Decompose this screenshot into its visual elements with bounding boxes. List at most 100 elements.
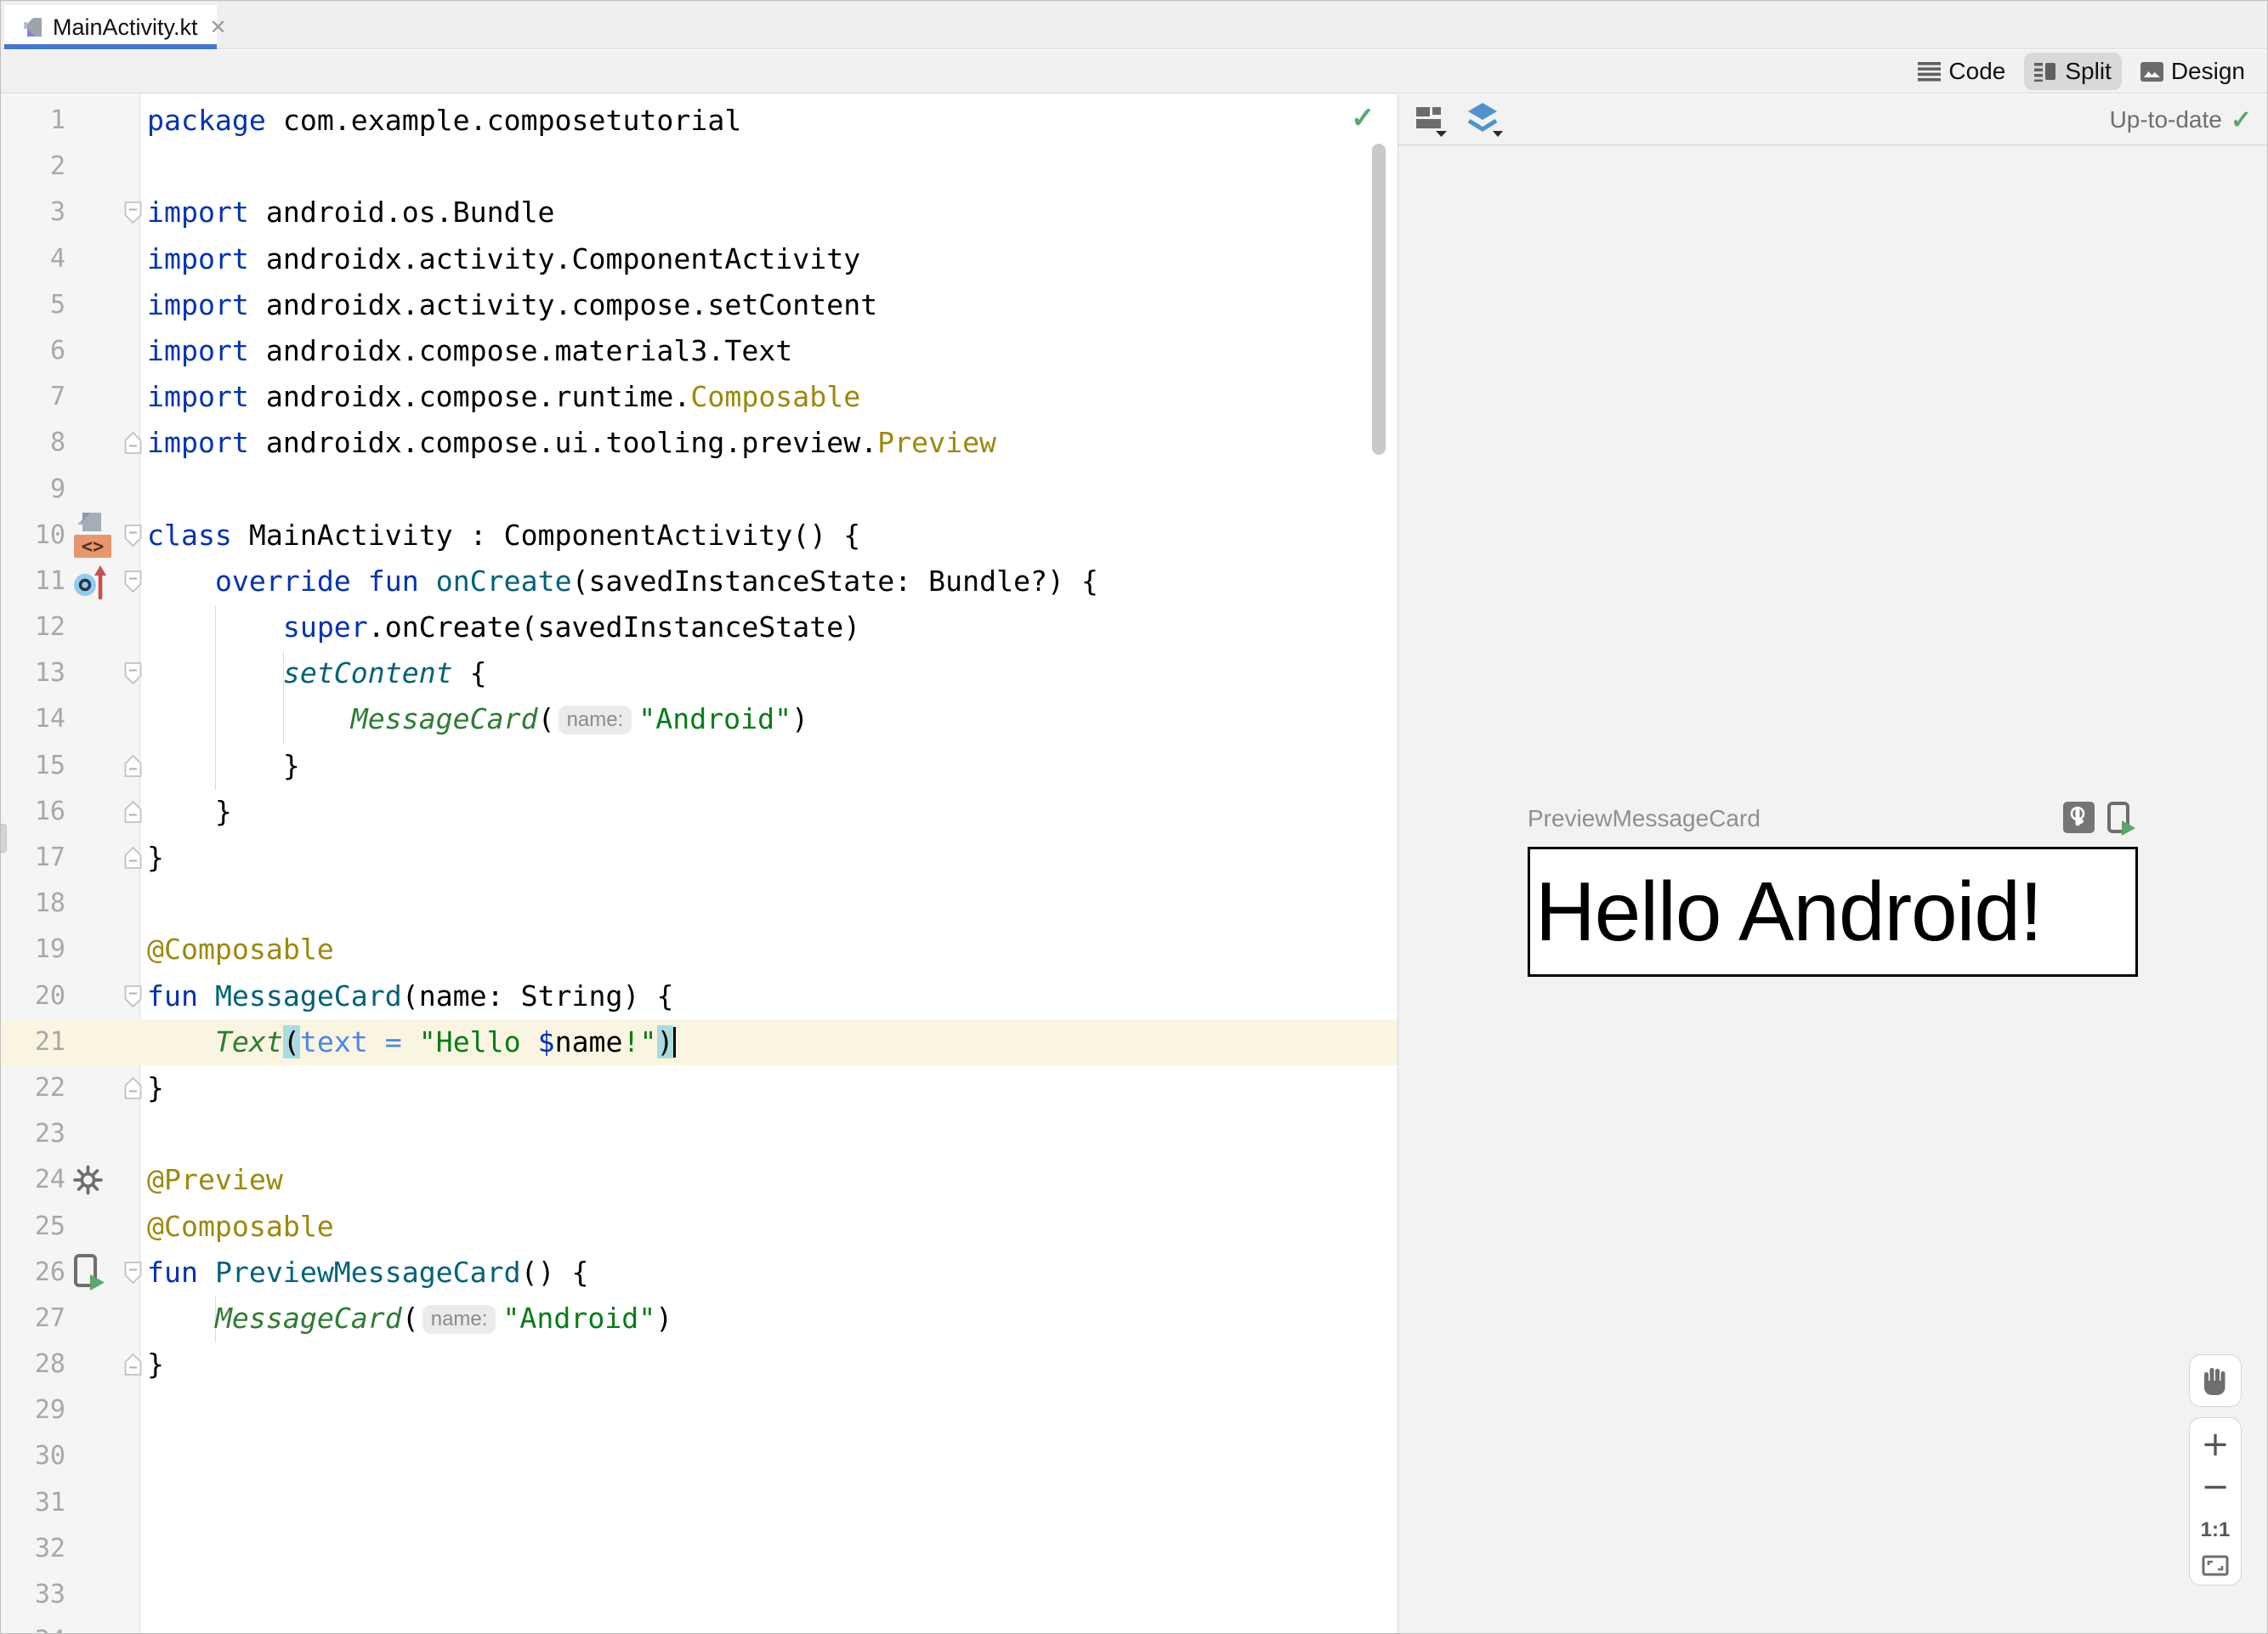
kotlin-file-icon — [21, 16, 44, 39]
code-line[interactable]: 8 import androidx.compose.ui.tooling.prev… — [1, 420, 1398, 466]
line-number: 31 — [34, 1487, 65, 1518]
zoom-actual-size-button[interactable]: 1:1 — [2190, 1512, 2241, 1549]
code-text: } — [147, 1347, 164, 1382]
code-text: MessageCard(name: "Android") — [350, 702, 809, 736]
line-number: 28 — [34, 1349, 65, 1380]
pan-button[interactable] — [2189, 1354, 2242, 1407]
code-line[interactable]: 20 fun MessageCard(name: String) { — [1, 973, 1398, 1019]
code-line[interactable]: 1 package com.example.composetutorial — [1, 98, 1398, 144]
code-line[interactable]: 23 — [1, 1111, 1398, 1157]
gear-icon[interactable] — [72, 1165, 104, 1196]
tool-window-stripe-handle[interactable] — [1, 824, 7, 853]
code-line[interactable]: 26 fun PreviewMessageCard() { — [1, 1250, 1398, 1296]
code-line[interactable]: 24 @Preview — [1, 1157, 1398, 1203]
code-text: MessageCard(name: "Android") — [214, 1301, 673, 1335]
fold-marker-down[interactable] — [123, 1261, 143, 1285]
code-line[interactable]: 28} — [1, 1342, 1398, 1387]
fold-marker-down[interactable] — [123, 984, 143, 1007]
code-text: super.onCreate(savedInstanceState) — [282, 610, 861, 644]
run-preview-icon[interactable] — [2105, 802, 2137, 836]
fold-marker-up[interactable] — [123, 1353, 143, 1376]
code-line[interactable]: 15 } — [1, 743, 1398, 789]
zoom-in-button[interactable]: + — [2190, 1426, 2241, 1463]
code-line[interactable]: 13 setContent { — [1, 650, 1398, 696]
fold-marker-up[interactable] — [123, 800, 143, 823]
code-line[interactable]: 5 import androidx.activity.compose.setCon… — [1, 282, 1398, 328]
code-line[interactable]: 10 <> class MainActivity : ComponentActivi… — [1, 511, 1398, 560]
code-line[interactable]: 12 super.onCreate(savedInstanceState) — [1, 604, 1398, 650]
code-line[interactable]: 9 — [1, 467, 1398, 513]
fold-marker-down[interactable] — [123, 662, 143, 685]
fold-marker-up[interactable] — [123, 432, 143, 455]
mode-code-button[interactable]: Code — [1908, 53, 2016, 90]
code-line[interactable]: 17} — [1, 835, 1398, 881]
fold-marker-up[interactable] — [123, 846, 143, 870]
build-status-text: Up-to-date — [2109, 106, 2222, 133]
code-text: fun MessageCard(name: String) { — [147, 979, 674, 1013]
code-text: package com.example.composetutorial — [147, 104, 742, 137]
code-line[interactable]: 4 import androidx.activity.ComponentActiv… — [1, 236, 1398, 282]
line-number: 30 — [34, 1441, 65, 1472]
preview-name-label[interactable]: PreviewMessageCard — [1528, 805, 1761, 832]
preview-toolbar: Up-to-date ✓ — [1398, 94, 2267, 145]
line-number: 34 — [1, 1618, 65, 1633]
preview-canvas[interactable]: Hello Android! — [1528, 847, 2138, 977]
override-icon[interactable] — [72, 562, 111, 601]
code-text: fun PreviewMessageCard() { — [147, 1255, 589, 1289]
line-number: 29 — [34, 1395, 65, 1426]
line-number: 3 — [49, 197, 65, 228]
view-options-icon[interactable] — [1414, 102, 1449, 138]
mode-split-button[interactable]: Split — [2024, 53, 2122, 90]
run-preview-icon[interactable] — [72, 1253, 106, 1291]
code-line[interactable]: 22} — [1, 1065, 1398, 1111]
text-caret — [673, 1026, 677, 1058]
editor-scrollbar[interactable] — [1372, 144, 1386, 455]
code-line[interactable]: 31 — [1, 1480, 1398, 1526]
design-mode-icon — [2140, 61, 2163, 82]
editor-mode-bar: Code Split Design — [1, 50, 2267, 94]
tab-mainactivity[interactable]: MainActivity.kt ✕ — [4, 5, 227, 49]
code-line[interactable]: 7 import androidx.compose.runtime.Composa… — [1, 374, 1398, 420]
code-line[interactable]: 18 — [1, 881, 1398, 927]
line-number: 11 — [34, 565, 65, 596]
code-line[interactable]: 16 } — [1, 789, 1398, 835]
fold-marker-up[interactable] — [123, 1076, 143, 1100]
code-line[interactable]: 32 — [1, 1526, 1398, 1572]
activity-class-icon[interactable]: <> — [72, 511, 113, 560]
code-line[interactable]: 14 MessageCard(name: "Android") — [1, 696, 1398, 742]
code-mode-icon — [1918, 61, 1942, 82]
line-number: 20 — [34, 980, 65, 1011]
code-text: import androidx.compose.material3.Text — [147, 333, 793, 367]
code-line[interactable]: 3 import android.os.Bundle — [1, 190, 1398, 235]
code-line[interactable]: 21 Text(text = "Hello $name!") — [1, 1018, 1398, 1066]
line-number: 15 — [34, 750, 65, 780]
zoom-out-button[interactable]: − — [2190, 1468, 2241, 1506]
layers-icon[interactable] — [1465, 102, 1504, 138]
interactive-preview-icon[interactable] — [2063, 802, 2095, 836]
code-line[interactable]: 33 — [1, 1572, 1398, 1618]
mode-design-button[interactable]: Design — [2130, 53, 2255, 90]
code-line[interactable]: 6 import androidx.compose.material3.Text — [1, 328, 1398, 374]
code-line[interactable]: 2 — [1, 144, 1398, 190]
fold-marker-down[interactable] — [123, 201, 143, 224]
code-text: } — [147, 841, 164, 874]
code-line[interactable]: 27 MessageCard(name: "Android") — [1, 1296, 1398, 1342]
code-line[interactable]: 25 @Composable — [1, 1204, 1398, 1250]
fold-marker-down[interactable] — [123, 570, 143, 593]
code-line[interactable]: 11 override fun onCreate(savedInstanceSt… — [1, 559, 1398, 604]
code-line[interactable]: 19 @Composable — [1, 927, 1398, 973]
code-editor[interactable]: 1 package com.example.composetutorial 2 3 im… — [1, 94, 1398, 1633]
line-number: 2 — [49, 151, 65, 182]
fold-marker-up[interactable] — [123, 754, 143, 777]
mode-code-label: Code — [1948, 58, 2006, 84]
code-line[interactable]: 34 — [1, 1618, 1398, 1633]
code-line[interactable]: 29 — [1, 1387, 1398, 1433]
inspection-ok-icon[interactable]: ✓ — [1351, 101, 1375, 135]
fold-marker-down[interactable] — [123, 524, 143, 548]
code-line[interactable]: 30 — [1, 1433, 1398, 1479]
line-number: 23 — [34, 1119, 65, 1149]
close-icon[interactable]: ✕ — [210, 15, 227, 40]
line-number: 16 — [34, 796, 65, 826]
zoom-to-fit-icon[interactable] — [2190, 1554, 2241, 1577]
line-number: 22 — [34, 1072, 65, 1103]
